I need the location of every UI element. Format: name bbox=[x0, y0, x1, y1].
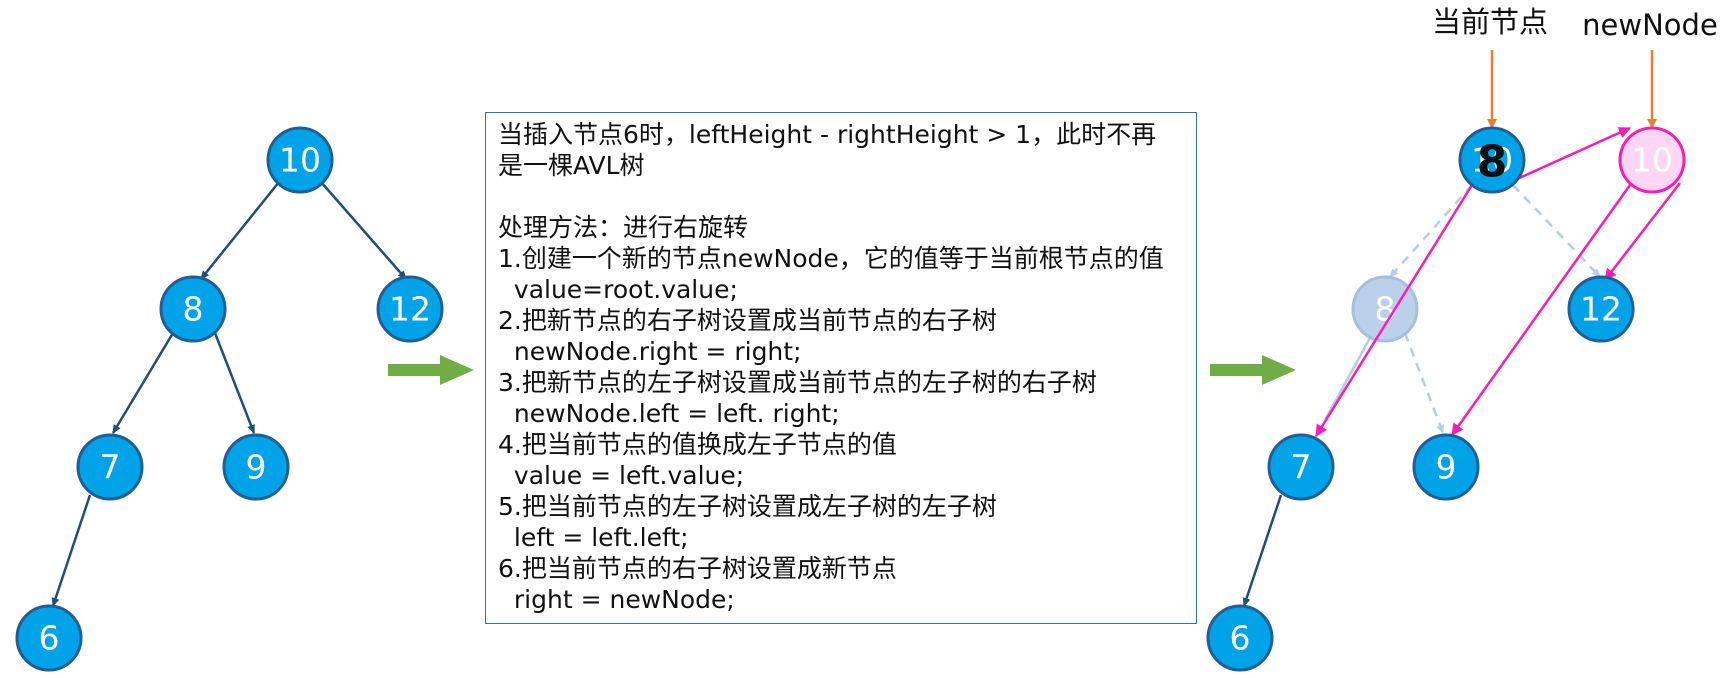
pink-edge-root-new-node bbox=[1514, 126, 1631, 182]
faded-edge-root-12 bbox=[1512, 184, 1601, 278]
description-box: 当插入节点6时，leftHeight - rightHeight > 1，此时不… bbox=[485, 112, 1197, 624]
left-edge-7-6 bbox=[51, 494, 92, 607]
description-line: value = left.value; bbox=[498, 461, 745, 490]
new-node-label: 10 bbox=[1631, 141, 1673, 180]
description-line: 当插入节点6时，leftHeight - rightHeight > 1，此时不… bbox=[498, 120, 1157, 149]
left-node-8-label: 8 bbox=[183, 290, 204, 329]
description-line: newNode.right = right; bbox=[498, 337, 802, 366]
right-node-7-label: 7 bbox=[1291, 448, 1312, 487]
description-line: 5.把当前节点的左子树设置成左子树的左子树 bbox=[498, 492, 997, 521]
left-node-9: 9 bbox=[222, 433, 290, 501]
right-node-12: 12 bbox=[1567, 275, 1635, 343]
left-node-10-label: 10 bbox=[279, 141, 321, 180]
right-node-6-label: 6 bbox=[1230, 619, 1251, 658]
left-node-6: 6 bbox=[15, 604, 83, 672]
right-edge-7-6 bbox=[1242, 494, 1283, 607]
left-edge-8-9 bbox=[213, 332, 256, 434]
description-line: 2.把新节点的右子树设置成当前节点的右子树 bbox=[498, 306, 997, 335]
left-node-8: 8 bbox=[159, 275, 227, 343]
description-line: 4.把当前节点的值换成左子节点的值 bbox=[498, 430, 897, 459]
left-node-7-label: 7 bbox=[100, 448, 121, 487]
right-node-6: 6 bbox=[1206, 604, 1274, 672]
faded-edge-root-8 bbox=[1389, 184, 1473, 278]
description-line: 1.创建一个新的节点newNode，它的值等于当前根节点的值 bbox=[498, 244, 1164, 273]
description-line: 3.把新节点的左子树设置成当前节点的左子树的右子树 bbox=[498, 368, 1097, 397]
left-node-9-label: 9 bbox=[246, 448, 267, 487]
left-node-6-label: 6 bbox=[39, 619, 60, 658]
current-node-new-value: 8 bbox=[1477, 137, 1508, 188]
faded-edge-8-7 bbox=[1323, 337, 1372, 421]
left-edge-8-7 bbox=[111, 332, 175, 434]
right-node-12-label: 12 bbox=[1580, 290, 1622, 329]
faded-edge-8-9 bbox=[1403, 332, 1445, 434]
pink-edge-root-7 bbox=[1314, 184, 1474, 437]
description-line bbox=[498, 181, 1186, 212]
description-line: 是一棵AVL树 bbox=[498, 151, 645, 180]
left-edge-10-12 bbox=[320, 181, 407, 280]
new-node-caption: newNode bbox=[1582, 8, 1718, 42]
description-line: right = newNode; bbox=[498, 585, 735, 614]
right-node-9-label: 9 bbox=[1436, 448, 1457, 487]
left-edge-10-8 bbox=[200, 181, 280, 280]
description-line: value=root.value; bbox=[498, 275, 738, 304]
right-tree: 8 10 8 10 12 7 9 6 当前节点 newNode bbox=[1206, 5, 1718, 672]
description-line: left = left.left; bbox=[498, 523, 689, 552]
description-line: newNode.left = left. right; bbox=[498, 399, 840, 428]
description-line: 6.把当前节点的右子树设置成新节点 bbox=[498, 554, 897, 583]
current-node-caption: 当前节点 bbox=[1432, 5, 1548, 39]
description-line: 处理方法：进行右旋转 bbox=[498, 213, 749, 242]
left-node-7: 7 bbox=[76, 433, 144, 501]
left-tree: 10 8 12 7 9 6 bbox=[15, 126, 444, 672]
right-node-7: 7 bbox=[1267, 433, 1335, 501]
green-arrow-right bbox=[1210, 355, 1296, 385]
current-node: 10 8 bbox=[1458, 126, 1526, 194]
right-node-9: 9 bbox=[1412, 433, 1480, 501]
pink-edge-new-node-12 bbox=[1604, 182, 1681, 281]
new-node: 10 bbox=[1618, 126, 1686, 194]
left-node-10: 10 bbox=[266, 126, 334, 194]
left-node-12-label: 12 bbox=[389, 290, 431, 329]
green-arrow-left bbox=[388, 355, 474, 385]
left-node-12: 12 bbox=[376, 275, 444, 343]
